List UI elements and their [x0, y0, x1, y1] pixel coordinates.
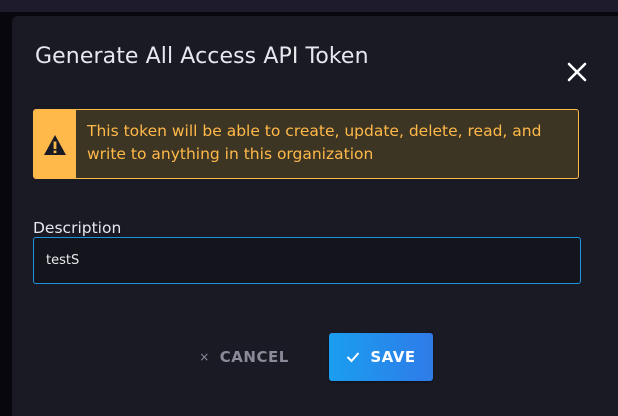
dialog-title: Generate All Access API Token	[35, 44, 369, 69]
cancel-button-label: CANCEL	[219, 348, 289, 366]
check-icon	[347, 352, 360, 363]
background-page-strip	[0, 0, 618, 12]
description-label: Description	[33, 219, 122, 237]
close-icon	[567, 62, 587, 82]
save-button[interactable]: SAVE	[329, 333, 433, 381]
cancel-button[interactable]: × CANCEL	[184, 333, 304, 381]
warning-alert: This token will be able to create, updat…	[33, 109, 579, 179]
description-input[interactable]	[33, 237, 581, 284]
warning-icon	[44, 135, 66, 155]
close-icon: ×	[199, 350, 210, 364]
generate-token-dialog	[12, 16, 618, 416]
save-button-label: SAVE	[370, 348, 416, 366]
alert-icon-column	[34, 110, 76, 178]
close-button[interactable]	[563, 58, 593, 88]
alert-message: This token will be able to create, updat…	[87, 122, 542, 163]
